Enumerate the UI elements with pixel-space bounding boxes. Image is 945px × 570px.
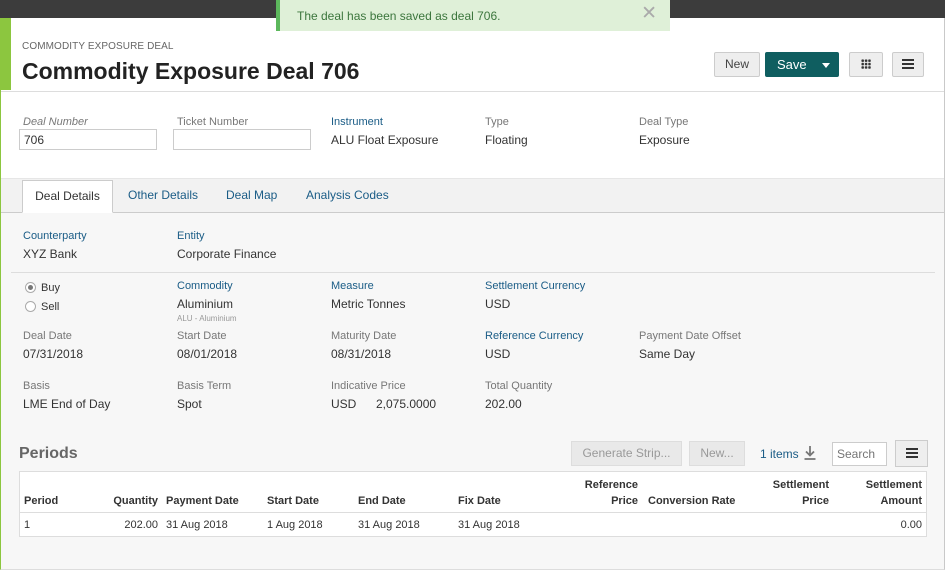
buy-radio[interactable] — [25, 282, 36, 293]
start-date-value: 08/01/2018 — [177, 347, 238, 361]
page-title: Commodity Exposure Deal 706 — [22, 58, 360, 84]
col-period[interactable]: Period — [24, 494, 58, 508]
page-subtitle: COMMODITY EXPOSURE DEAL — [22, 41, 174, 52]
cell-payment-date: 31 Aug 2018 — [166, 519, 228, 531]
start-date-label: Start Date — [177, 330, 227, 342]
col-reference-price-line1: Reference — [584, 479, 638, 491]
col-fix-date[interactable]: Fix Date — [458, 494, 501, 508]
cell-start-date: 1 Aug 2018 — [267, 519, 323, 531]
col-conversion-rate[interactable]: Conversion Rate — [648, 494, 735, 508]
download-icon[interactable] — [803, 445, 817, 461]
basis-term-value: Spot — [177, 397, 202, 411]
periods-table: Period Quantity Payment Date Start Date … — [19, 471, 927, 537]
basis-term-label: Basis Term — [177, 380, 232, 392]
col-settlement-amount[interactable]: Settlement Amount — [840, 478, 922, 508]
commodity-value: Aluminium — [177, 297, 234, 311]
deal-number-input[interactable] — [19, 129, 157, 150]
reference-currency-label[interactable]: Reference Currency — [485, 330, 583, 342]
col-settlement-amount-line2: Amount — [880, 495, 922, 507]
deal-type-value: Exposure — [639, 133, 690, 147]
col-reference-price[interactable]: Reference Price — [560, 478, 638, 508]
cell-settlement-amount: 0.00 — [900, 519, 922, 531]
chevron-down-icon[interactable] — [822, 63, 830, 68]
instrument-label[interactable]: Instrument — [331, 116, 383, 128]
payment-date-offset-value: Same Day — [639, 347, 696, 361]
col-end-date[interactable]: End Date — [358, 494, 406, 508]
hamburger-icon — [902, 59, 914, 69]
accent-bar — [0, 18, 11, 90]
deal-type-label: Deal Type — [639, 116, 689, 128]
col-settlement-price-line2: Price — [802, 495, 829, 507]
total-quantity-value: 202.00 — [485, 397, 522, 411]
type-value: Floating — [485, 133, 528, 147]
maturity-date-value: 08/31/2018 — [331, 347, 392, 361]
sell-label: Sell — [41, 301, 60, 313]
col-settlement-price-line1: Settlement — [772, 479, 829, 491]
close-icon[interactable]: ✕ — [641, 4, 657, 24]
total-quantity-label: Total Quantity — [485, 380, 553, 392]
cell-period: 1 — [24, 519, 31, 531]
cell-fix-date: 31 Aug 2018 — [458, 519, 520, 531]
header-row-divider — [20, 512, 926, 513]
items-count-link[interactable]: 1 items — [760, 447, 799, 461]
measure-value: Metric Tonnes — [331, 297, 406, 311]
tab-analysis-codes[interactable]: Analysis Codes — [306, 180, 389, 213]
col-start-date[interactable]: Start Date — [267, 494, 319, 508]
deal-number-label: Deal Number — [23, 116, 88, 128]
col-reference-price-line2: Price — [611, 495, 638, 507]
basis-label: Basis — [23, 380, 50, 392]
maturity-date-label: Maturity Date — [331, 330, 397, 342]
basis-value: LME End of Day — [23, 397, 111, 411]
reference-currency-value: USD — [485, 347, 511, 361]
col-settlement-price[interactable]: Settlement Price — [750, 478, 829, 508]
search-input[interactable] — [832, 442, 887, 466]
col-settlement-amount-line1: Settlement — [865, 479, 922, 491]
hamburger-icon — [905, 448, 918, 458]
new-period-button[interactable]: New... — [689, 441, 745, 466]
cell-end-date: 31 Aug 2018 — [358, 519, 420, 531]
entity-label[interactable]: Entity — [177, 230, 205, 242]
save-label: Save — [777, 57, 807, 72]
buy-label: Buy — [41, 282, 60, 294]
grid-view-button[interactable] — [849, 52, 883, 77]
counterparty-label[interactable]: Counterparty — [23, 230, 87, 242]
settlement-currency-value: USD — [485, 297, 511, 311]
tab-deal-details[interactable]: Deal Details — [22, 180, 113, 213]
measure-label[interactable]: Measure — [331, 280, 374, 292]
save-button[interactable]: Save — [765, 52, 839, 77]
periods-menu-button[interactable] — [895, 440, 928, 467]
menu-button[interactable] — [892, 52, 924, 77]
col-payment-date[interactable]: Payment Date — [166, 494, 239, 508]
instrument-value: ALU Float Exposure — [331, 133, 439, 147]
grid-icon — [861, 59, 871, 69]
cell-quantity: 202.00 — [124, 519, 158, 531]
sell-radio[interactable] — [25, 301, 36, 312]
ticket-number-input[interactable] — [173, 129, 311, 150]
indicative-price-value: 2,075.0000 — [376, 397, 437, 411]
ticket-number-label: Ticket Number — [177, 116, 249, 128]
commodity-subvalue: ALU - Aluminium — [177, 314, 237, 323]
commodity-label[interactable]: Commodity — [177, 280, 233, 292]
new-button[interactable]: New — [714, 52, 760, 77]
entity-value: Corporate Finance — [177, 247, 277, 261]
type-label: Type — [485, 116, 509, 128]
col-quantity[interactable]: Quantity — [100, 494, 158, 508]
payment-date-offset-label: Payment Date Offset — [639, 330, 741, 342]
deal-date-value: 07/31/2018 — [23, 347, 84, 361]
save-toast: The deal has been saved as deal 706. ✕ — [276, 0, 670, 31]
tab-deal-map[interactable]: Deal Map — [226, 180, 277, 213]
settlement-currency-label[interactable]: Settlement Currency — [485, 280, 585, 292]
counterparty-value: XYZ Bank — [23, 247, 78, 261]
section-divider — [11, 272, 935, 273]
indicative-price-label: Indicative Price — [331, 380, 406, 392]
toast-message: The deal has been saved as deal 706. — [297, 9, 501, 23]
periods-title: Periods — [19, 445, 78, 462]
tab-other-details[interactable]: Other Details — [128, 180, 198, 213]
generate-strip-button[interactable]: Generate Strip... — [571, 441, 682, 466]
deal-date-label: Deal Date — [23, 330, 72, 342]
indicative-price-currency: USD — [331, 397, 357, 411]
header-divider — [1, 91, 944, 92]
